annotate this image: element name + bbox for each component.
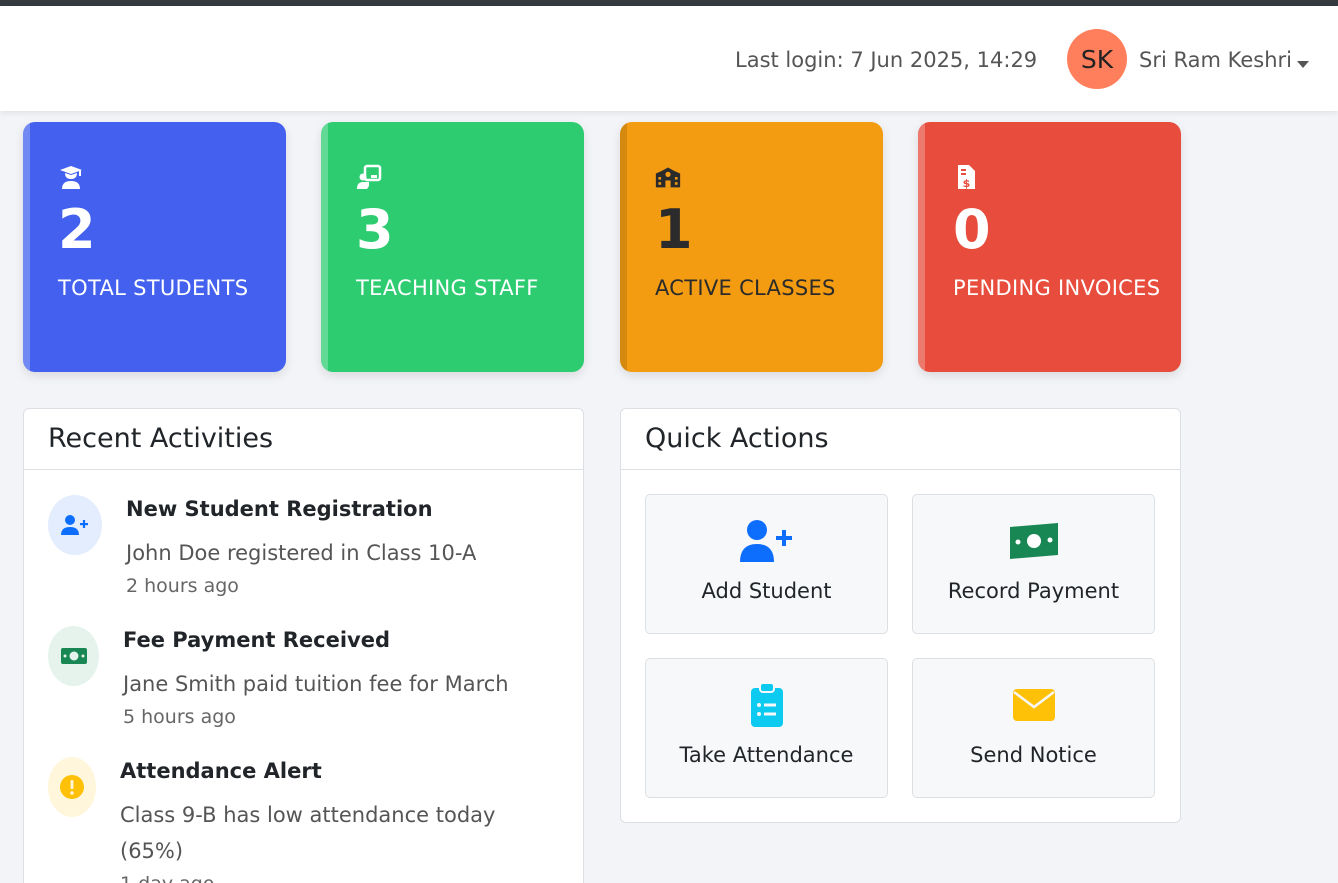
record-payment-button[interactable]: Record Payment xyxy=(912,494,1155,634)
stat-card-classes[interactable]: 1 ACTIVE CLASSES xyxy=(620,122,883,372)
add-student-button[interactable]: Add Student xyxy=(645,494,888,634)
avatar[interactable]: SK xyxy=(1067,29,1127,89)
panel-divider xyxy=(24,469,583,470)
action-label: Add Student xyxy=(701,579,832,603)
teacher-board-icon xyxy=(357,164,382,189)
activity-time: 1 day ago xyxy=(120,873,214,883)
stat-value: 0 xyxy=(953,198,991,261)
card-accent-bar xyxy=(918,122,925,372)
take-attendance-button[interactable]: Take Attendance xyxy=(645,658,888,798)
send-notice-button[interactable]: Send Notice xyxy=(912,658,1155,798)
user-plus-icon xyxy=(48,495,102,555)
activity-desc: Jane Smith paid tuition fee for March xyxy=(123,672,509,696)
recent-activities-panel: Recent Activities New Student Registrati… xyxy=(23,408,584,883)
panel-divider xyxy=(621,469,1180,470)
stat-value: 1 xyxy=(655,198,693,261)
stat-card-students[interactable]: 2 TOTAL STUDENTS xyxy=(23,122,286,372)
caret-down-icon[interactable] xyxy=(1297,61,1309,68)
activity-time: 5 hours ago xyxy=(123,706,236,728)
activity-title: New Student Registration xyxy=(126,497,433,521)
alert-circle-icon xyxy=(48,757,96,817)
panel-title: Quick Actions xyxy=(645,423,829,454)
action-label: Record Payment xyxy=(947,579,1120,603)
card-accent-bar xyxy=(23,122,30,372)
svg-text:$: $ xyxy=(963,177,971,190)
stat-card-staff[interactable]: 3 TEACHING STAFF xyxy=(321,122,584,372)
stat-label: PENDING INVOICES xyxy=(953,276,1161,300)
action-label: Send Notice xyxy=(970,743,1097,767)
stat-card-invoices[interactable]: $ 0 PENDING INVOICES xyxy=(918,122,1181,372)
top-header: Last login: 7 Jun 2025, 14:29 SK Sri Ram… xyxy=(0,6,1338,111)
envelope-icon xyxy=(1006,681,1062,729)
graduate-icon xyxy=(60,166,82,189)
money-bill-icon xyxy=(1006,517,1062,565)
stat-label: ACTIVE CLASSES xyxy=(655,276,836,300)
activity-desc: Class 9-B has low attendance today (65%) xyxy=(120,803,496,863)
school-icon xyxy=(655,167,681,188)
card-accent-bar xyxy=(321,122,328,372)
stat-label: TOTAL STUDENTS xyxy=(58,276,249,300)
stat-label: TEACHING STAFF xyxy=(356,276,539,300)
quick-actions-panel: Quick Actions Add Student Record Payment xyxy=(620,408,1181,823)
user-plus-icon xyxy=(739,517,795,565)
clipboard-list-icon xyxy=(739,681,795,729)
stat-value: 2 xyxy=(58,198,96,261)
activity-title: Attendance Alert xyxy=(120,759,322,783)
activity-title: Fee Payment Received xyxy=(123,628,391,652)
user-menu-name[interactable]: Sri Ram Keshri xyxy=(1139,48,1292,72)
activity-time: 2 hours ago xyxy=(126,575,239,597)
activity-desc: John Doe registered in Class 10-A xyxy=(126,541,477,565)
panel-title: Recent Activities xyxy=(48,423,274,454)
invoice-dollar-icon: $ xyxy=(958,165,975,190)
money-bill-icon xyxy=(48,626,99,686)
card-accent-bar xyxy=(620,122,627,372)
last-login-text: Last login: 7 Jun 2025, 14:29 xyxy=(735,48,1038,72)
action-label: Take Attendance xyxy=(679,743,854,767)
stat-value: 3 xyxy=(356,198,394,261)
